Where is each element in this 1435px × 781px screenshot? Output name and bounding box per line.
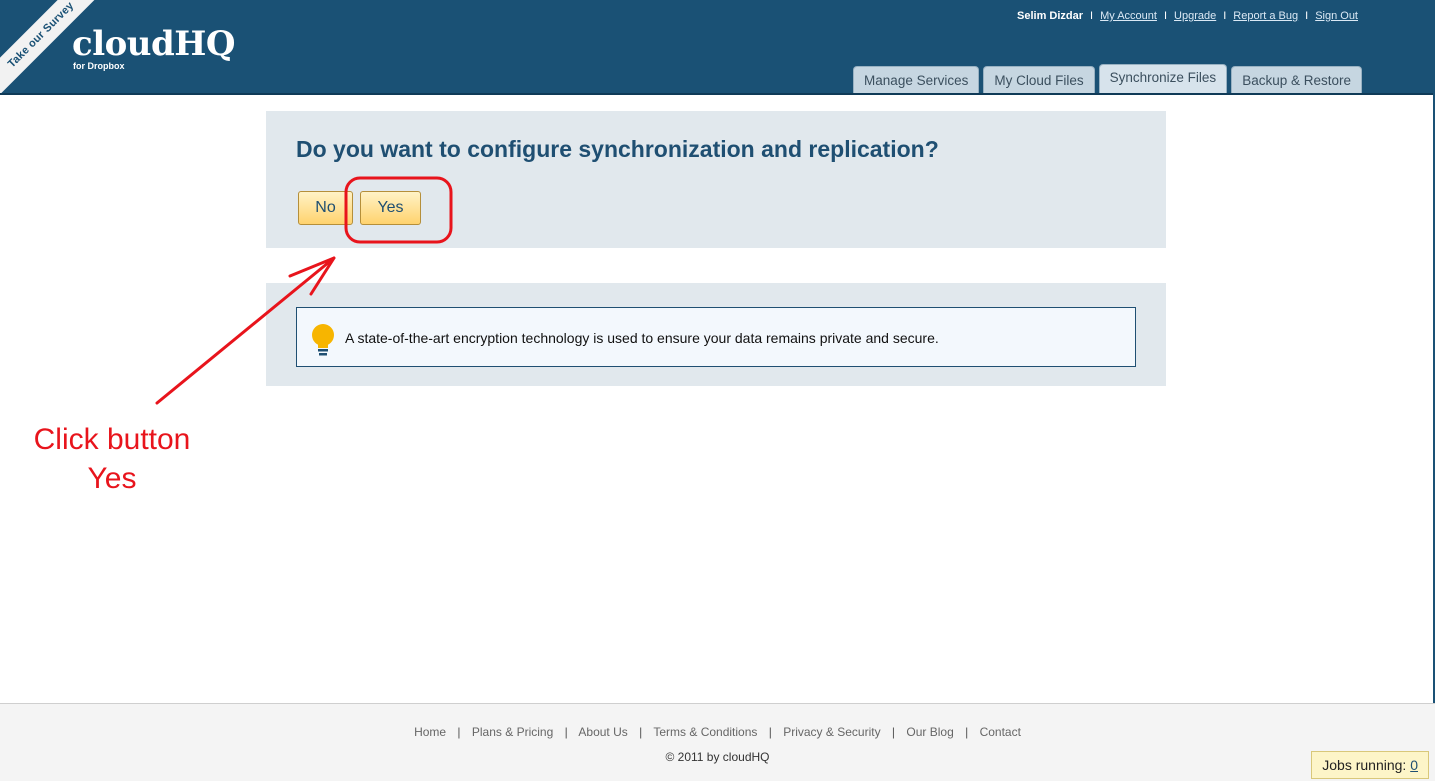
annotation-line-2: Yes [87, 462, 137, 495]
jobs-running-badge: Jobs running: 0 [1311, 751, 1429, 779]
annotation-instruction: Click button Yes [12, 420, 212, 498]
copyright: © 2011 by cloudHQ [665, 750, 770, 764]
footer-separator: | [564, 725, 568, 739]
tab-synchronize-files[interactable]: Synchronize Files [1098, 64, 1228, 93]
my-account-link[interactable]: My Account [1100, 10, 1157, 22]
footer-separator: | [965, 725, 969, 739]
footer-terms-link[interactable]: Terms & Conditions [653, 725, 757, 739]
footer: Home | Plans & Pricing | About Us | Term… [0, 703, 1435, 781]
jobs-running-label: Jobs running: [1322, 757, 1407, 773]
footer-separator: | [639, 725, 643, 739]
footer-separator: | [768, 725, 772, 739]
footer-plans-pricing-link[interactable]: Plans & Pricing [472, 725, 553, 739]
jobs-running-count-link[interactable]: 0 [1410, 757, 1418, 773]
yes-button[interactable]: Yes [360, 191, 421, 225]
link-separator: I [1223, 10, 1227, 22]
footer-separator: | [457, 725, 461, 739]
tab-backup-restore[interactable]: Backup & Restore [1231, 66, 1362, 93]
footer-contact-link[interactable]: Contact [980, 725, 1021, 739]
sync-question-heading: Do you want to configure synchronization… [296, 136, 939, 162]
logo-subtitle: for Dropbox [73, 61, 125, 71]
account-links: Selim Dizdar I My Account I Upgrade I Re… [1017, 10, 1358, 22]
sync-question-panel: Do you want to configure synchronization… [266, 111, 1166, 248]
no-button[interactable]: No [298, 191, 353, 225]
annotation-line-1: Click button [33, 423, 191, 456]
sign-out-link[interactable]: Sign Out [1315, 10, 1358, 22]
main-tabs: Manage Services My Cloud Files Synchroni… [853, 64, 1362, 93]
report-bug-link[interactable]: Report a Bug [1233, 10, 1298, 22]
lightbulb-icon [312, 324, 334, 356]
encryption-notice-text: A state-of-the-art encryption technology… [345, 330, 939, 346]
header: Take our Survey cloudHQ for Dropbox Seli… [0, 0, 1435, 95]
link-separator: I [1163, 10, 1168, 22]
tab-my-cloud-files[interactable]: My Cloud Files [983, 66, 1095, 93]
link-separator: I [1305, 10, 1309, 22]
footer-privacy-link[interactable]: Privacy & Security [783, 725, 880, 739]
encryption-notice: A state-of-the-art encryption technology… [296, 307, 1136, 367]
link-separator: I [1090, 10, 1094, 22]
footer-blog-link[interactable]: Our Blog [906, 725, 953, 739]
footer-home-link[interactable]: Home [414, 725, 446, 739]
info-panel: A state-of-the-art encryption technology… [266, 283, 1166, 386]
user-name: Selim Dizdar [1017, 10, 1084, 22]
upgrade-link[interactable]: Upgrade [1174, 10, 1216, 22]
footer-links: Home | Plans & Pricing | About Us | Term… [0, 725, 1435, 739]
footer-separator: | [891, 725, 896, 739]
tab-manage-services[interactable]: Manage Services [853, 66, 980, 93]
cloudhq-logo[interactable]: cloudHQ [72, 26, 236, 62]
footer-about-us-link[interactable]: About Us [578, 725, 627, 739]
